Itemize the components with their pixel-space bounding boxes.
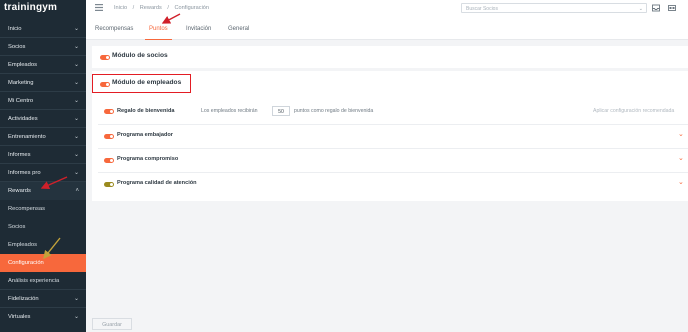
annotation-arrow-rewards	[40, 176, 68, 190]
annotation-arrows	[40, 13, 181, 260]
annotation-arrow-puntos	[161, 13, 181, 24]
annotation-arrow-configuracion	[43, 237, 61, 260]
